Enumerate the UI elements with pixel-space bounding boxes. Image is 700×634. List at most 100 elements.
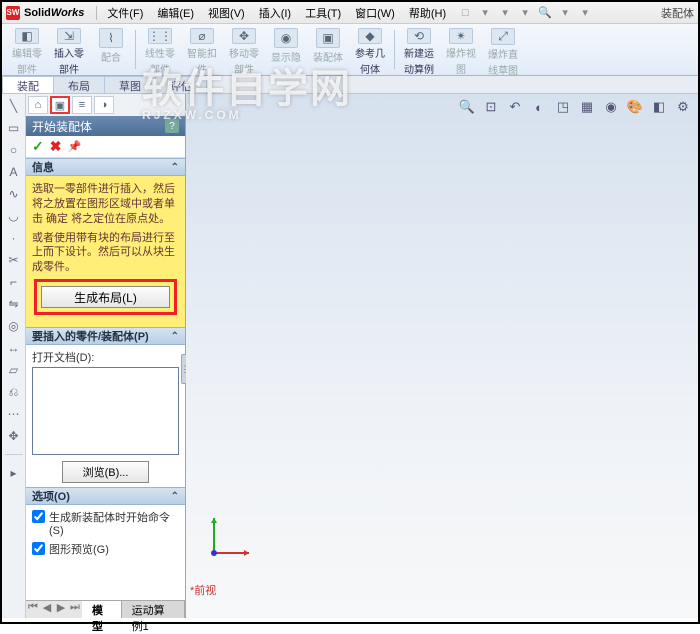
ribbon-show-hide[interactable]: ◉显示隐 — [265, 26, 307, 73]
menu-help[interactable]: 帮助(H) — [403, 3, 452, 23]
section-parts-header[interactable]: 要插入的零件/装配体(P)⌃ — [26, 327, 185, 345]
tool-move-icon[interactable]: ✥ — [6, 428, 22, 444]
view-settings-icon[interactable]: ⚙ — [674, 98, 692, 116]
info-text-1: 选取一零部件进行插入，然后将之放置在图形区域中或者单击 确定 将之定位在原点处。 — [32, 182, 179, 227]
ribbon-linear-pattern[interactable]: ⋮⋮线性零部件 — [139, 26, 181, 73]
ribbon-edit-component[interactable]: ◧编辑零部件 — [6, 26, 48, 73]
tab-scroll-last-icon[interactable]: ⏭ — [68, 601, 82, 618]
show-hide-icon: ◉ — [274, 28, 298, 48]
menu-view[interactable]: 视图(V) — [202, 3, 251, 23]
bottom-tab-motion-study[interactable]: 运动算例1 — [122, 601, 185, 618]
tool-convert-icon[interactable]: ⎌ — [6, 384, 22, 400]
cm-tab-layout[interactable]: 布局 — [53, 76, 105, 93]
panel-tab-display-manager[interactable]: ◑ — [94, 96, 114, 114]
view-orientation-icon[interactable]: ◳ — [554, 98, 572, 116]
tool-spline-icon[interactable]: ∿ — [6, 186, 22, 202]
section-info-header[interactable]: 信息⌃ — [26, 158, 185, 176]
section-options-header[interactable]: 选项(O)⌃ — [26, 487, 185, 505]
tab-scroll-prev-icon[interactable]: ◀ — [40, 601, 54, 618]
ribbon-mate[interactable]: ⌇配合 — [90, 26, 132, 73]
chevron-up-icon: ⌃ — [171, 491, 179, 502]
tool-circle-icon[interactable]: ○ — [6, 142, 22, 158]
panel-tab-feature-tree[interactable]: ⌂ — [28, 96, 48, 114]
qa-save-icon[interactable]: ▾ — [498, 6, 512, 20]
cm-tab-sketch[interactable]: 草图 — [104, 76, 156, 93]
section-view-icon[interactable]: ◐ — [530, 98, 548, 116]
tool-expand-icon[interactable]: ▸ — [6, 465, 22, 481]
app-logo: SW — [6, 6, 20, 20]
menu-file[interactable]: 文件(F) — [101, 3, 149, 23]
qa-rebuild-icon[interactable]: ▾ — [558, 6, 572, 20]
ribbon-explode-line-sketch[interactable]: ⤢爆炸直线草图 — [482, 26, 524, 73]
menu-insert[interactable]: 插入(I) — [253, 3, 297, 23]
tool-line-icon[interactable]: ╲ — [6, 98, 22, 114]
quick-access-icons: □ ▾ ▾ ▾ 🔍 ▾ ▾ — [458, 6, 592, 20]
open-documents-listbox[interactable] — [32, 367, 179, 455]
generate-layout-button[interactable]: 生成布局(L) — [41, 286, 170, 308]
browse-button[interactable]: 浏览(B)... — [62, 461, 150, 483]
ribbon-assembly-features[interactable]: ▣装配体 — [307, 26, 349, 73]
pin-icon[interactable]: 📌 — [67, 140, 81, 153]
panel-tab-property-manager[interactable]: ▣ — [50, 96, 70, 114]
ok-icon[interactable]: ✓ — [32, 138, 44, 155]
ribbon-exploded-view[interactable]: ✴爆炸视图 — [440, 26, 482, 73]
ribbon-separator — [394, 30, 395, 69]
qa-new-icon[interactable]: □ — [458, 6, 472, 20]
tool-mirror-icon[interactable]: ⇋ — [6, 296, 22, 312]
toolbar-separator — [5, 454, 23, 459]
option-start-command[interactable]: 生成新装配体时开始命令(S) — [32, 509, 179, 537]
menu-bar: 文件(F) 编辑(E) 视图(V) 插入(I) 工具(T) 窗口(W) 帮助(H… — [101, 3, 452, 23]
property-manager-panel: ⌂ ▣ ≡ ◑ 开始装配体 ? ✓ ✖ 📌 信息⌃ 选取一零部件进行插入，然后将… — [26, 94, 186, 618]
previous-view-icon[interactable]: ↶ — [506, 98, 524, 116]
cm-tab-assembly[interactable]: 装配 — [2, 76, 54, 93]
view-orientation-label: *前视 — [190, 582, 216, 598]
ribbon-smart-fasteners[interactable]: ⌀智能扣件 — [181, 26, 223, 73]
tool-text-icon[interactable]: A — [6, 164, 22, 180]
bottom-tabs: ⏮ ◀ ▶ ⏭ 模型 运动算例1 — [26, 600, 185, 618]
tab-scroll-first-icon[interactable]: ⏮ — [26, 601, 40, 618]
display-style-icon[interactable]: ▦ — [578, 98, 596, 116]
move-component-icon: ✥ — [232, 28, 256, 44]
reference-geometry-icon: ◆ — [358, 28, 382, 44]
tool-pattern-icon[interactable]: ⋯ — [6, 406, 22, 422]
ribbon-move-component[interactable]: ✥移动零部件 — [223, 26, 265, 73]
qa-search-icon[interactable]: 🔍 — [538, 6, 552, 20]
ribbon-new-motion-study[interactable]: ⟲新建运动算例 — [398, 26, 440, 73]
qa-options-icon[interactable]: ▾ — [578, 6, 592, 20]
insert-component-icon: ⇲ — [57, 28, 81, 44]
cm-tab-evaluate[interactable]: 评估 — [155, 76, 207, 93]
help-icon[interactable]: ? — [165, 119, 179, 133]
pm-title: 开始装配体 — [32, 118, 92, 135]
heads-up-view-toolbar: 🔍 ⊡ ↶ ◐ ◳ ▦ ◉ 🎨 ◧ ⚙ — [458, 98, 692, 116]
menu-edit[interactable]: 编辑(E) — [151, 3, 200, 23]
ribbon-reference-geometry[interactable]: ◆参考几何体 — [349, 26, 391, 73]
menu-tools[interactable]: 工具(T) — [299, 3, 347, 23]
zoom-fit-icon[interactable]: 🔍 — [458, 98, 476, 116]
bottom-tab-model[interactable]: 模型 — [82, 601, 122, 618]
pm-header: 开始装配体 ? — [26, 116, 185, 136]
cancel-icon[interactable]: ✖ — [50, 138, 62, 155]
tool-dimension-icon[interactable]: ↔ — [6, 340, 22, 356]
option-start-command-checkbox[interactable] — [32, 510, 45, 523]
tool-offset-icon[interactable]: ◎ — [6, 318, 22, 334]
edit-appearance-icon[interactable]: 🎨 — [626, 98, 644, 116]
tool-arc-icon[interactable]: ◡ — [6, 208, 22, 224]
tab-scroll-next-icon[interactable]: ▶ — [54, 601, 68, 618]
option-graphic-preview-checkbox[interactable] — [32, 542, 45, 555]
ribbon-insert-component[interactable]: ⇲插入零部件 — [48, 26, 90, 73]
panel-tab-config-manager[interactable]: ≡ — [72, 96, 92, 114]
tool-trim-icon[interactable]: ✂ — [6, 252, 22, 268]
separator — [96, 6, 97, 20]
tool-point-icon[interactable]: · — [6, 230, 22, 246]
tool-rectangle-icon[interactable]: ▭ — [6, 120, 22, 136]
tool-fillet-icon[interactable]: ⌐ — [6, 274, 22, 290]
qa-open-icon[interactable]: ▾ — [478, 6, 492, 20]
apply-scene-icon[interactable]: ◧ — [650, 98, 668, 116]
graphics-viewport[interactable]: 🔍 ⊡ ↶ ◐ ◳ ▦ ◉ 🎨 ◧ ⚙ *前视 — [186, 94, 698, 618]
qa-print-icon[interactable]: ▾ — [518, 6, 532, 20]
zoom-area-icon[interactable]: ⊡ — [482, 98, 500, 116]
option-graphic-preview[interactable]: 图形预览(G) — [32, 541, 179, 557]
hide-show-icon[interactable]: ◉ — [602, 98, 620, 116]
tool-plane-icon[interactable]: ▱ — [6, 362, 22, 378]
menu-window[interactable]: 窗口(W) — [349, 3, 401, 23]
